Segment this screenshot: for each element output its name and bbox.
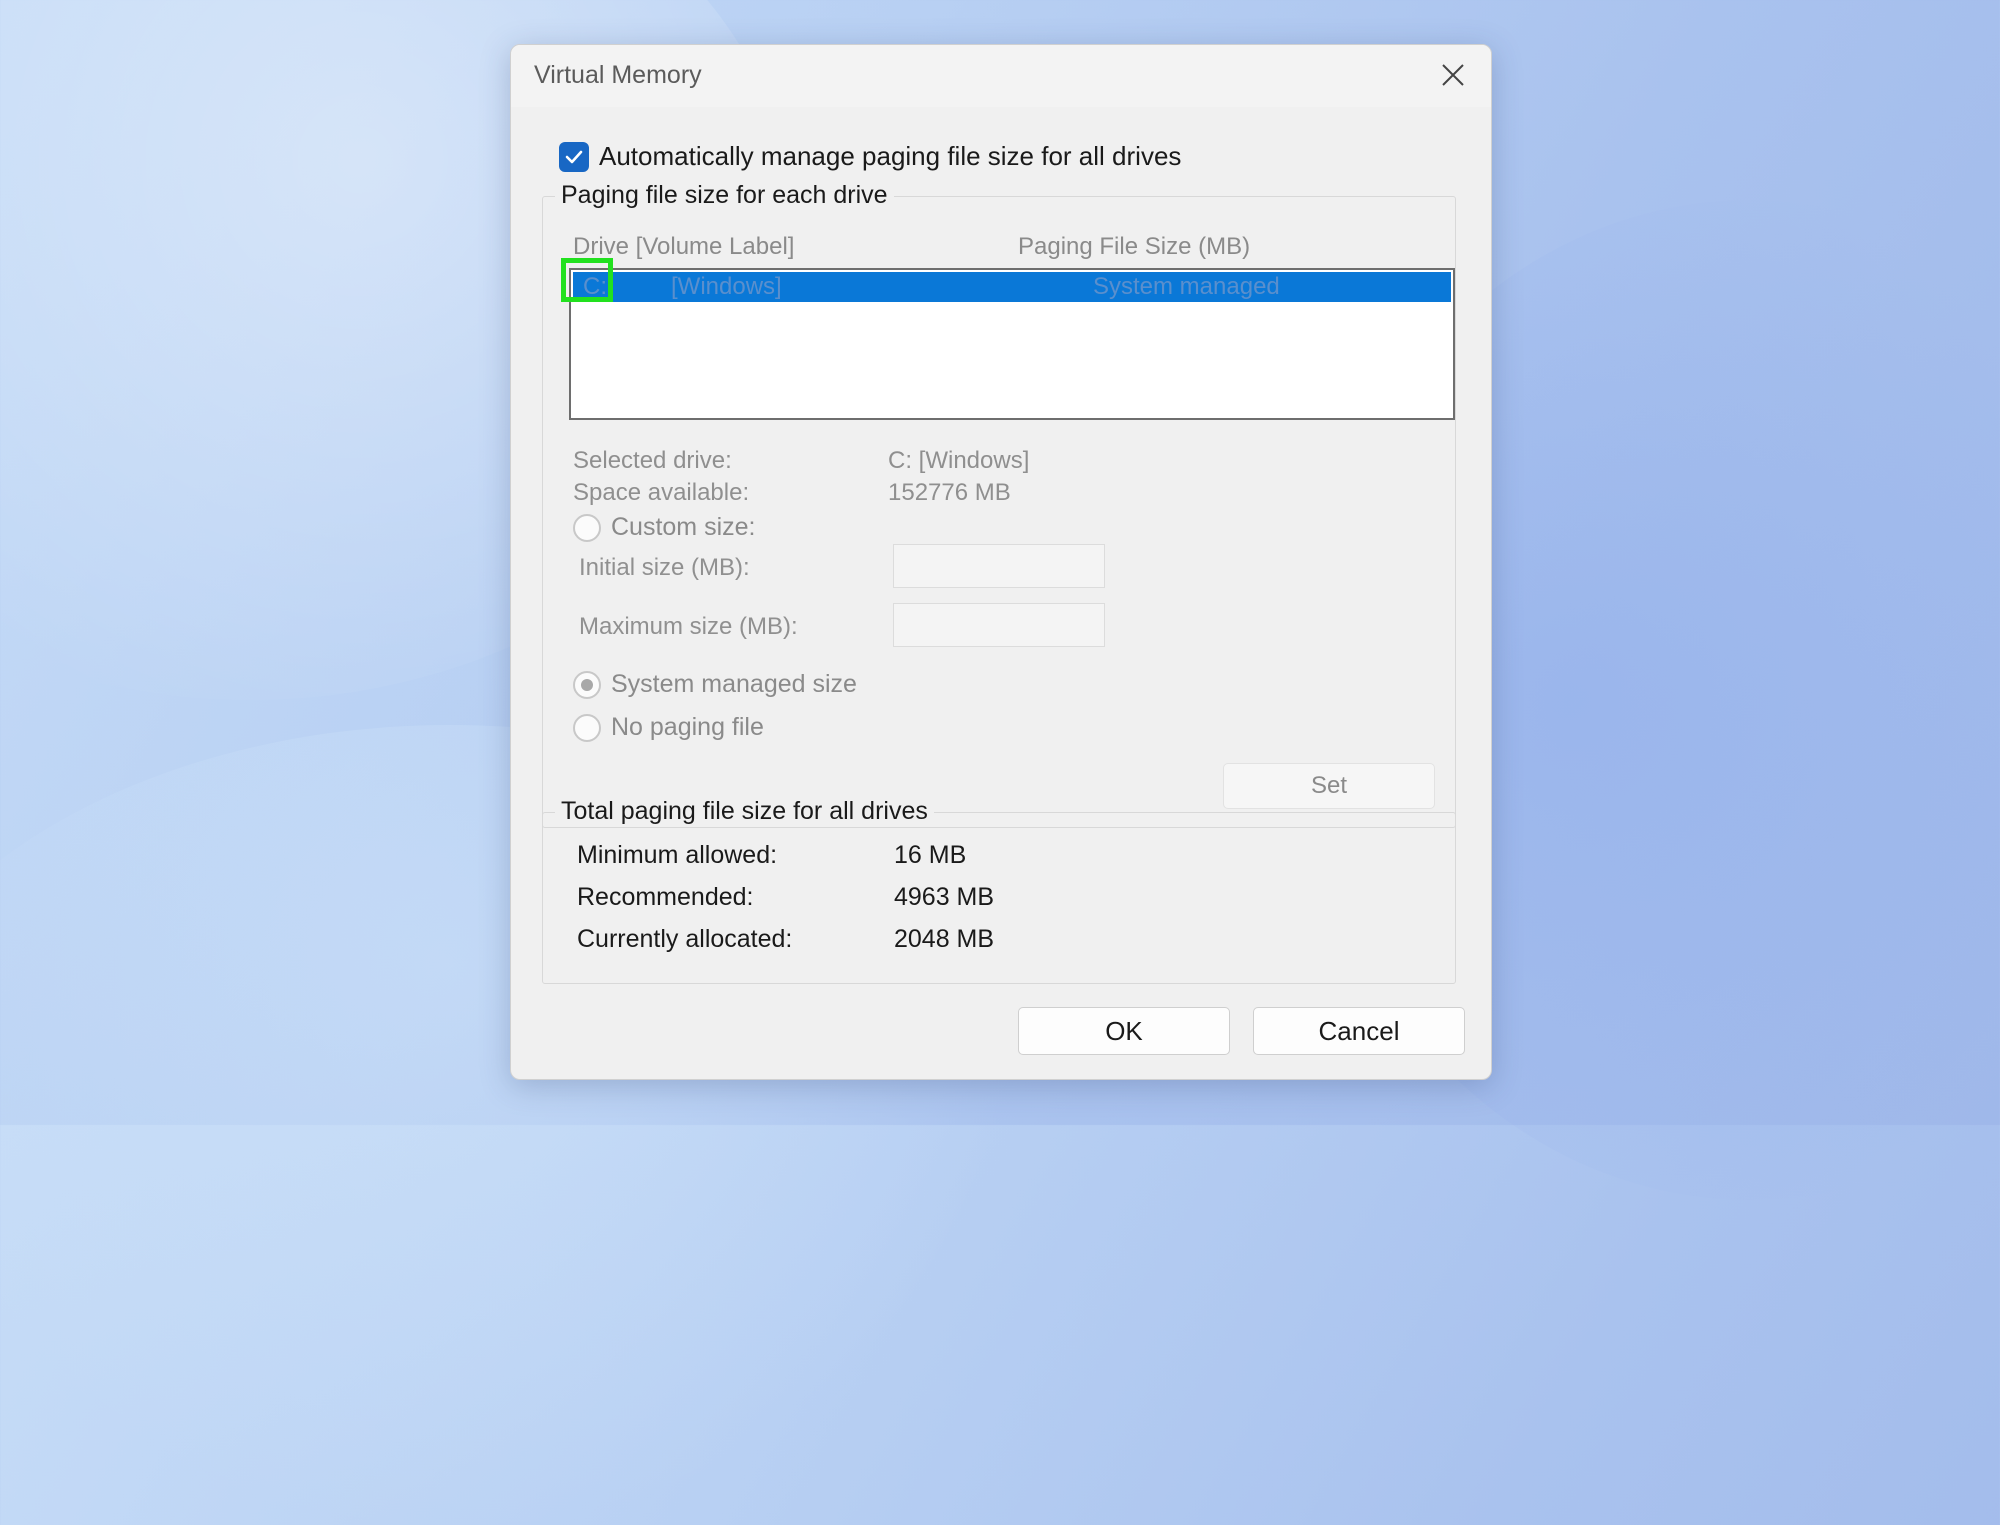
no-paging-option[interactable]: No paging file: [573, 713, 764, 742]
custom-size-option[interactable]: Custom size:: [573, 513, 755, 542]
total-group-legend: Total paging file size for all drives: [555, 797, 934, 826]
paging-group-legend: Paging file size for each drive: [555, 181, 894, 210]
ok-button[interactable]: OK: [1018, 1007, 1230, 1055]
checkmark-icon: [565, 150, 583, 163]
auto-manage-checkbox[interactable]: [559, 141, 589, 172]
column-header-drive: Drive [Volume Label]: [573, 233, 795, 260]
auto-manage-row: Automatically manage paging file size fo…: [559, 141, 1181, 172]
title-bar: Virtual Memory: [511, 45, 1491, 107]
system-managed-option[interactable]: System managed size: [573, 670, 857, 699]
custom-size-label: Custom size:: [611, 513, 756, 541]
no-paging-label: No paging file: [611, 713, 764, 741]
initial-size-label: Initial size (MB):: [579, 554, 750, 581]
drive-volume-label: [Windows]: [671, 273, 782, 300]
virtual-memory-dialog: Virtual Memory Automatically manage pagi…: [510, 44, 1492, 1080]
maximum-size-input[interactable]: [893, 603, 1105, 647]
dialog-title: Virtual Memory: [534, 61, 702, 89]
drive-row-c[interactable]: C: [Windows] System managed: [573, 272, 1451, 302]
set-button[interactable]: Set: [1223, 763, 1435, 809]
close-button[interactable]: [1429, 53, 1477, 97]
highlight-box: [561, 258, 613, 302]
system-managed-label: System managed size: [611, 670, 857, 698]
column-header-size: Paging File Size (MB): [1018, 233, 1251, 260]
initial-size-input[interactable]: [893, 544, 1105, 588]
selected-drive-label: Selected drive:: [573, 447, 732, 474]
maximum-size-label: Maximum size (MB):: [579, 613, 798, 640]
minimum-allowed-value: 16 MB: [894, 841, 967, 869]
space-available-value: 152776 MB: [888, 479, 1011, 506]
recommended-label: Recommended:: [577, 883, 754, 911]
total-paging-group: Total paging file size for all drives Mi…: [542, 797, 1456, 984]
selected-drive-value: C: [Windows]: [888, 447, 1030, 474]
recommended-value: 4963 MB: [894, 883, 995, 911]
no-paging-radio[interactable]: [573, 713, 601, 742]
custom-size-radio[interactable]: [573, 513, 601, 542]
auto-manage-label[interactable]: Automatically manage paging file size fo…: [599, 141, 1181, 172]
paging-file-group: Paging file size for each drive Drive [V…: [542, 181, 1456, 828]
system-managed-radio[interactable]: [573, 670, 601, 699]
space-available-label: Space available:: [573, 479, 750, 506]
drive-paging-size: System managed: [1093, 273, 1280, 300]
drive-list[interactable]: C: [Windows] System managed: [561, 258, 1455, 420]
currently-allocated-value: 2048 MB: [894, 925, 995, 953]
close-icon: [1442, 64, 1464, 86]
minimum-allowed-label: Minimum allowed:: [577, 841, 778, 869]
currently-allocated-label: Currently allocated:: [577, 925, 793, 953]
cancel-button[interactable]: Cancel: [1253, 1007, 1465, 1055]
